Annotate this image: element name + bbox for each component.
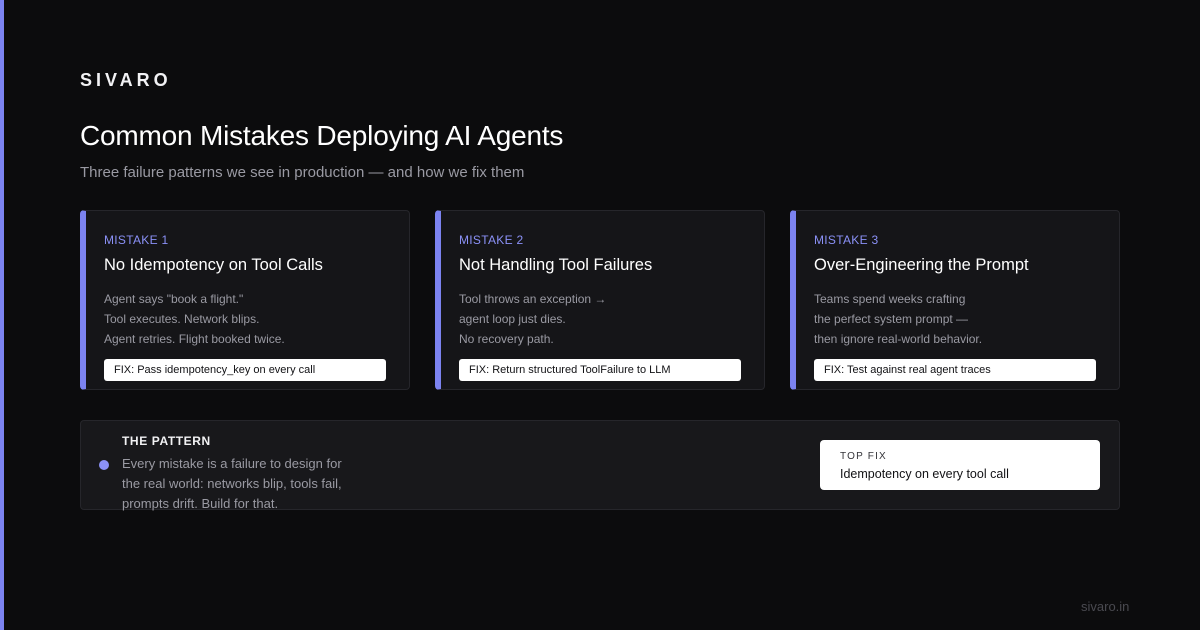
description-line: then ignore real-world behavior. — [814, 332, 983, 346]
top-fix-label: TOP FIX — [840, 451, 887, 462]
pattern-panel: THE PATTERN Every mistake is a failure t… — [80, 420, 1120, 511]
page-subtitle: Three failure patterns we see in product… — [80, 164, 525, 181]
description-line: Tool executes. Network blips. — [104, 312, 260, 326]
top-fix-value: Idempotency on every tool call — [840, 467, 1009, 481]
fix-box: FIX: Test against real agent traces — [814, 359, 1096, 381]
pattern-line: the real world: networks blip, tools fai… — [122, 476, 342, 491]
fix-box: FIX: Return structured ToolFailure to LL… — [459, 359, 741, 381]
mistake-card-2: MISTAKE 2 Not Handling Tool Failures Too… — [435, 210, 765, 390]
mistake-title: Over-Engineering the Prompt — [814, 256, 1029, 274]
description-line: Agent says "book a flight." — [104, 292, 244, 306]
page-title: Common Mistakes Deploying AI Agents — [80, 120, 564, 151]
description-line: No recovery path. — [459, 332, 554, 346]
mistake-card-1: MISTAKE 1 No Idempotency on Tool Calls A… — [80, 210, 410, 390]
fix-box: FIX: Pass idempotency_key on every call — [104, 359, 386, 381]
brand-logo: SIVARO — [80, 70, 172, 90]
description-line: Teams spend weeks crafting — [814, 292, 966, 306]
mistake-title: No Idempotency on Tool Calls — [104, 256, 323, 274]
description-line: agent loop just dies. — [459, 312, 566, 326]
mistake-card-3: MISTAKE 3 Over-Engineering the Prompt Te… — [790, 210, 1120, 390]
mistake-description: Teams spend weeks crafting the perfect s… — [814, 289, 982, 349]
mistake-description: Agent says "book a flight." Tool execute… — [104, 289, 285, 349]
description-line: Agent retries. Flight booked twice. — [104, 332, 285, 346]
mistake-label: MISTAKE 1 — [104, 233, 169, 247]
description-line: Tool throws an exception → — [459, 292, 607, 306]
pattern-description: Every mistake is a failure to design for… — [122, 454, 342, 514]
pattern-title: THE PATTERN — [122, 434, 211, 448]
mistake-label: MISTAKE 2 — [459, 233, 524, 247]
mistake-description: Tool throws an exception → agent loop ju… — [459, 289, 606, 349]
top-fix-box: TOP FIX Idempotency on every tool call — [820, 440, 1100, 490]
footer-url: sivaro.in — [1081, 599, 1130, 614]
left-accent-bar — [0, 0, 4, 630]
pattern-line: prompts drift. Build for that. — [122, 496, 279, 511]
description-line: the perfect system prompt — — [814, 312, 969, 326]
mistake-title: Not Handling Tool Failures — [459, 256, 653, 274]
bullet-dot-icon — [99, 460, 109, 470]
mistake-label: MISTAKE 3 — [814, 233, 879, 247]
pattern-line: Every mistake is a failure to design for — [122, 456, 342, 471]
